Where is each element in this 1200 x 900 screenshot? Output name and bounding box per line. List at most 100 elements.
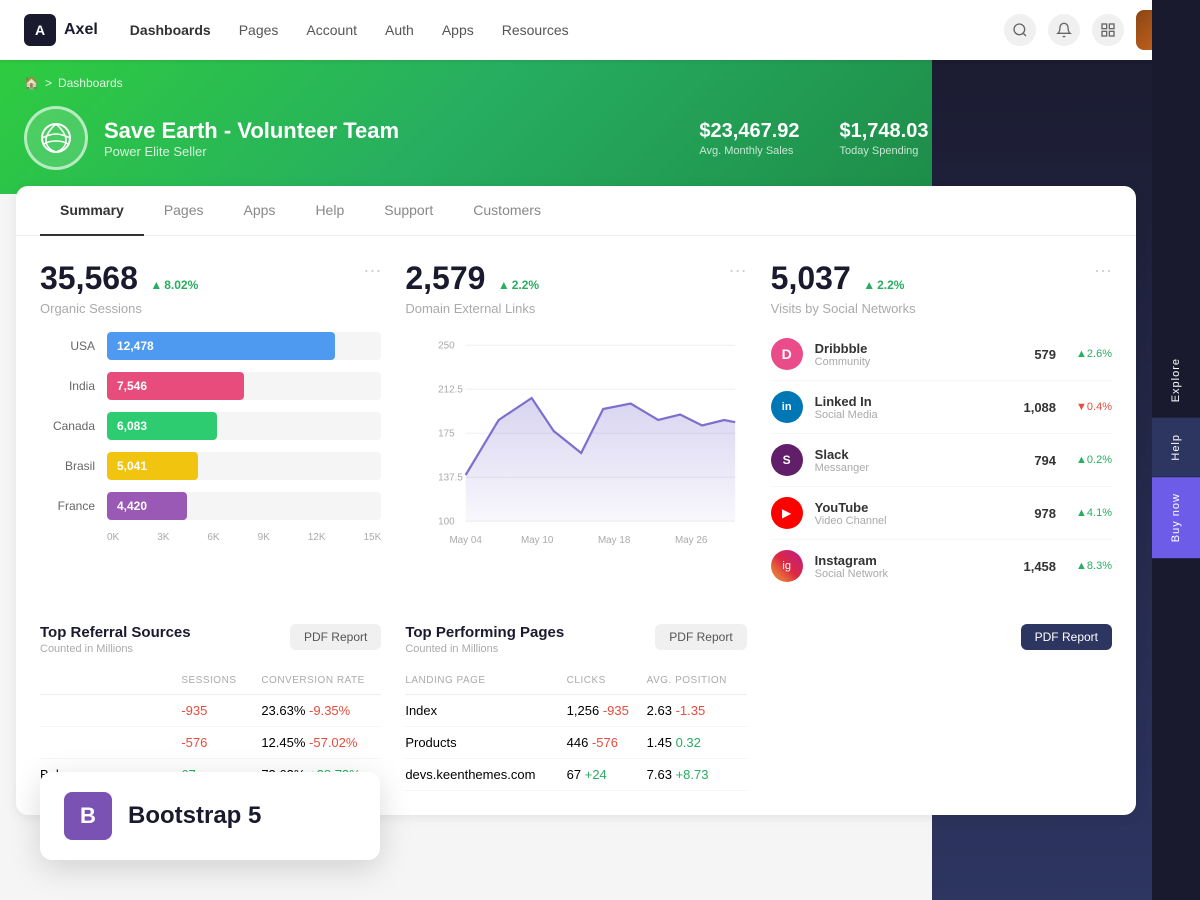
nav-pages[interactable]: Pages xyxy=(239,22,279,38)
social-instagram: ig Instagram Social Network 1,458 ▲8.3% xyxy=(771,540,1112,592)
hero-stat-overall-share: 3.8% Overall Share xyxy=(968,120,1035,157)
bootstrap-overlay: B Bootstrap 5 xyxy=(40,772,380,860)
bar-container-usa: 12,478 xyxy=(107,332,381,360)
nav-account[interactable]: Account xyxy=(306,22,357,38)
bar-axis: 0K 3K 6K 9K 12K 15K xyxy=(40,532,381,543)
bar-row-usa: USA 12,478 xyxy=(40,332,381,360)
logo-area[interactable]: A Axel xyxy=(24,14,98,46)
bar-fill-canada: 6,083 xyxy=(107,412,217,440)
bar-value-india: 7,546 xyxy=(117,379,147,393)
nav-apps[interactable]: Apps xyxy=(442,22,474,38)
bar-row-canada: Canada 6,083 xyxy=(40,412,381,440)
settings-icon[interactable] xyxy=(1092,14,1124,46)
dribbble-sub: Community xyxy=(815,356,871,368)
pages-row-2: Products 446 -576 1.45 0.32 xyxy=(405,727,746,759)
organic-menu-button[interactable]: ··· xyxy=(363,260,381,281)
instagram-value: 1,458 xyxy=(1023,559,1056,574)
social-dribbble-info: Dribbble Community xyxy=(815,341,871,368)
domain-links-label: Domain External Links xyxy=(405,301,746,316)
referral-row-2: -576 12.45% -57.02% xyxy=(40,727,381,759)
domain-menu-button[interactable]: ··· xyxy=(729,260,747,281)
pages-clicks-2: 446 -576 xyxy=(567,735,647,750)
notifications-icon[interactable] xyxy=(1048,14,1080,46)
slack-value: 794 xyxy=(1034,453,1056,468)
breadcrumb-home[interactable]: 🏠 xyxy=(24,76,39,90)
hero-subtitle: Power Elite Seller xyxy=(104,144,399,159)
dribbble-icon: D xyxy=(771,338,803,370)
tab-pages[interactable]: Pages xyxy=(144,186,224,236)
referral-col-name xyxy=(40,675,181,686)
axis-6k: 6K xyxy=(207,532,219,543)
third-pdf-button[interactable]: PDF Report xyxy=(1021,624,1112,650)
breadcrumb-separator: > xyxy=(45,76,52,90)
pages-col-position: AVG. POSITION xyxy=(647,675,747,686)
referral-col-rate: CONVERSION RATE xyxy=(261,675,381,686)
referral-table-header: SESSIONS CONVERSION RATE xyxy=(40,667,381,695)
tab-help[interactable]: Help xyxy=(295,186,364,236)
nav-dashboards[interactable]: Dashboards xyxy=(130,22,211,38)
pages-col-page: LANDING PAGE xyxy=(405,675,566,686)
top-pages-header: PDF Report Top Performing Pages Counted … xyxy=(405,624,746,655)
explore-button[interactable]: Explore xyxy=(1152,342,1200,418)
referral-pdf-button[interactable]: PDF Report xyxy=(290,624,381,650)
referral-row-1: -935 23.63% -9.35% xyxy=(40,695,381,727)
referral-col-sessions: SESSIONS xyxy=(181,675,261,686)
svg-text:175: 175 xyxy=(438,429,455,440)
tab-customers[interactable]: Customers xyxy=(453,186,561,236)
hero-content: Save Earth - Volunteer Team Power Elite … xyxy=(24,106,1128,170)
nav-auth[interactable]: Auth xyxy=(385,22,414,38)
hero-title: Save Earth - Volunteer Team xyxy=(104,118,399,144)
referral-header: PDF Report Top Referral Sources Counted … xyxy=(40,624,381,655)
bar-container-france: 4,420 xyxy=(107,492,381,520)
bar-value-brasil: 5,041 xyxy=(117,459,147,473)
dribbble-value: 579 xyxy=(1034,347,1056,362)
hero-stat-monthly-sales: $23,467.92 Avg. Monthly Sales xyxy=(699,120,799,157)
nav-resources[interactable]: Resources xyxy=(502,22,569,38)
bootstrap-icon: B xyxy=(64,792,112,840)
youtube-name: YouTube xyxy=(815,500,887,515)
slack-change: ▲0.2% xyxy=(1076,454,1112,466)
bar-value-canada: 6,083 xyxy=(117,419,147,433)
help-button[interactable]: Help xyxy=(1152,418,1200,477)
social-linkedin: in Linked In Social Media 1,088 ▼0.4% xyxy=(771,381,1112,434)
bar-row-india: India 7,546 xyxy=(40,372,381,400)
tab-summary[interactable]: Summary xyxy=(40,186,144,236)
social-youtube-info: YouTube Video Channel xyxy=(815,500,887,527)
pages-pdf-button[interactable]: PDF Report xyxy=(655,624,746,650)
svg-text:137.5: 137.5 xyxy=(438,473,463,484)
bar-fill-usa: 12,478 xyxy=(107,332,335,360)
instagram-name: Instagram xyxy=(815,553,888,568)
search-icon[interactable] xyxy=(1004,14,1036,46)
domain-links-badge: ▲ 2.2% xyxy=(498,278,539,292)
axis-12k: 12K xyxy=(308,532,326,543)
pages-row-3: devs.keenthemes.com 67 +24 7.63 +8.73 xyxy=(405,759,746,791)
svg-text:100: 100 xyxy=(438,517,455,528)
social-visits-label: Visits by Social Networks xyxy=(771,301,1112,316)
buy-now-button[interactable]: Buy now xyxy=(1152,477,1200,558)
pages-name-1: Index xyxy=(405,703,566,718)
svg-text:250: 250 xyxy=(438,341,455,352)
social-slack-info: Slack Messanger xyxy=(815,447,869,474)
tab-support[interactable]: Support xyxy=(364,186,453,236)
hero-text: Save Earth - Volunteer Team Power Elite … xyxy=(104,118,399,159)
bar-chart: USA 12,478 India 7,546 xyxy=(40,332,381,543)
tab-apps[interactable]: Apps xyxy=(224,186,296,236)
youtube-change: ▲4.1% xyxy=(1076,507,1112,519)
organic-sessions-badge: ▲ 8.02% xyxy=(150,278,198,292)
referral-sessions-1: -935 xyxy=(181,703,261,718)
logo-icon: A xyxy=(24,14,56,46)
bar-value-usa: 12,478 xyxy=(117,339,154,353)
svg-text:May 18: May 18 xyxy=(598,535,631,546)
organic-sessions-label: Organic Sessions xyxy=(40,301,381,316)
social-visits-card: ··· 5,037 ▲ 2.2% Visits by Social Networ… xyxy=(771,260,1112,592)
svg-text:May 26: May 26 xyxy=(675,535,708,546)
instagram-change: ▲8.3% xyxy=(1076,560,1112,572)
social-list: D Dribbble Community 579 ▲2.6% in xyxy=(771,328,1112,592)
social-menu-button[interactable]: ··· xyxy=(1094,260,1112,281)
hero-stat-7days: -7.4% 7 Days xyxy=(1076,120,1128,157)
axis-0k: 0K xyxy=(107,532,119,543)
right-sidebar: Explore Help Buy now xyxy=(1152,0,1200,900)
axis-15k: 15K xyxy=(364,532,382,543)
linkedin-sub: Social Media xyxy=(815,409,878,421)
youtube-value: 978 xyxy=(1034,506,1056,521)
